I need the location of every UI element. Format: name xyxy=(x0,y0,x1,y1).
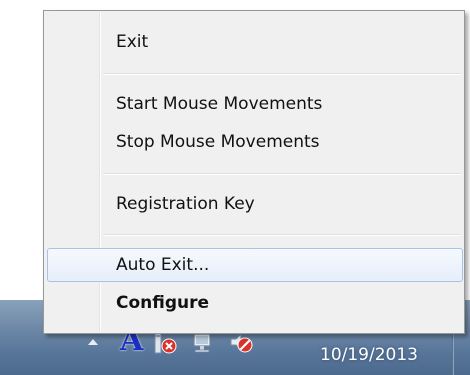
taskbar-clock-date[interactable]: 10/19/2013 xyxy=(320,345,418,365)
menu-gutter-divider xyxy=(99,13,101,331)
chevron-up-icon[interactable] xyxy=(88,339,98,345)
menu-separator xyxy=(103,73,461,75)
menu-separator xyxy=(103,173,461,175)
menu-item-configure[interactable]: Configure xyxy=(47,286,463,320)
menu-item-registration-key[interactable]: Registration Key xyxy=(47,187,463,221)
menu-item-exit[interactable]: Exit xyxy=(47,25,463,59)
tray-context-menu: Exit Start Mouse Movements Stop Mouse Mo… xyxy=(43,10,465,334)
menu-item-stop-mouse-movements[interactable]: Stop Mouse Movements xyxy=(47,125,463,159)
menu-item-auto-exit[interactable]: Auto Exit... xyxy=(47,248,463,282)
menu-item-start-mouse-movements[interactable]: Start Mouse Movements xyxy=(47,87,463,121)
menu-separator xyxy=(103,234,461,236)
